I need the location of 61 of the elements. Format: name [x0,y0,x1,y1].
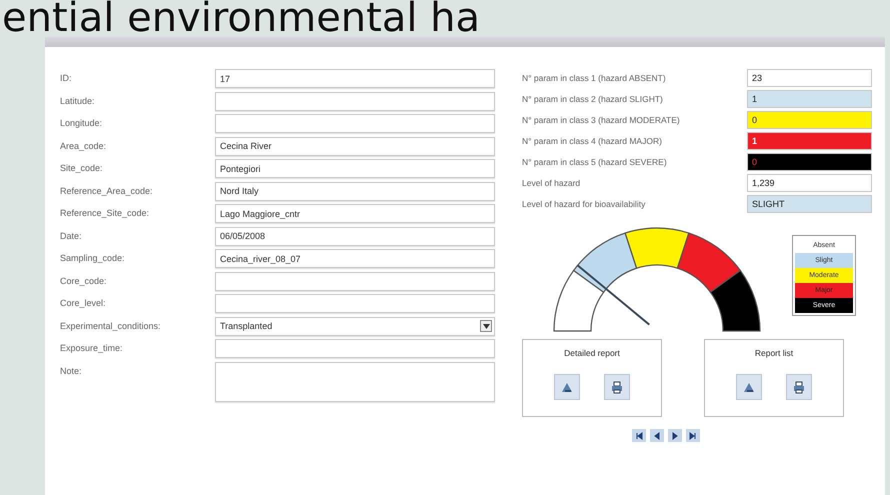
next-record-button[interactable] [668,429,682,442]
group-title: Detailed report [564,348,620,358]
dropdown-field[interactable]: Transplanted [215,316,495,336]
first-record-button[interactable] [632,429,646,442]
field-label: Level of hazard [522,177,582,190]
dropdown-button[interactable] [480,320,492,332]
first-arrow-icon [634,430,644,440]
printer-icon [610,380,624,394]
value-field: SLIGHT [747,195,872,213]
input-field[interactable] [215,114,495,133]
field-label: N° param in class 5 (hazard SEVERE) [522,156,668,169]
input-field[interactable]: 17 [215,69,495,88]
field-label: Reference_Area_code: [60,184,154,198]
value-field: 1 [747,90,872,108]
field-label: Note: [60,364,83,378]
print-button[interactable] [786,374,812,400]
input-field[interactable]: Lago Maggiore_cntr [215,204,495,223]
field-label: Longitude: [60,117,104,130]
input-field[interactable]: 06/05/2008 [215,226,495,246]
field-label: Exposure_time: [60,342,124,355]
field-label: Date: [60,230,83,242]
input-field[interactable] [215,272,495,290]
field-label: Reference_Site_code: [60,207,150,220]
previous-arrow-icon [652,430,662,440]
previous-record-button[interactable] [650,429,664,442]
field-label: Experimental_conditions: [60,320,162,333]
group-title: Report list [754,348,794,358]
field-label: Site_code: [60,162,104,175]
field-label: Sampling_code: [60,252,126,265]
last-arrow-icon [688,430,698,440]
field-label: ID: [60,72,73,85]
field-label: N° param in class 1 (hazard ABSENT) [522,72,667,85]
input-field[interactable] [215,92,495,110]
print-button[interactable] [604,374,630,400]
field-label: N° param in class 2 (hazard SLIGHT) [522,93,664,106]
caret-icon [482,324,490,328]
input-field[interactable]: Cecina River [215,136,495,156]
value-field: 1,239 [747,174,872,192]
field-label: Latitude: [60,94,96,108]
field-label: Core_code: [60,274,108,288]
page-heading: ential environmental ha [2,0,480,36]
field-label: N° param in class 4 (hazard MAJOR) [522,135,663,148]
field-label: N° param in class 3 (hazard MODERATE) [522,114,681,127]
input-field[interactable]: Cecina_river_08_07 [215,249,495,268]
value-field: 0 [747,111,872,129]
input-field[interactable]: Pontegiori [215,159,495,178]
input-field[interactable] [215,294,495,313]
printer-icon [792,380,806,394]
input-field[interactable]: Nord Italy [215,182,495,200]
preview-button[interactable] [554,374,580,400]
next-arrow-icon [670,430,680,440]
field-label: Core_level: [60,297,107,310]
value-field: 1 [747,132,872,150]
input-field[interactable] [215,339,495,358]
value-field: 0 [747,153,872,171]
field-label: Level of hazard for bioavailability [522,198,646,211]
input-field[interactable] [215,362,495,402]
preview-button[interactable] [736,374,762,400]
value-field: 23 [747,69,872,87]
field-label: Area_code: [60,140,108,153]
last-record-button[interactable] [686,429,700,442]
